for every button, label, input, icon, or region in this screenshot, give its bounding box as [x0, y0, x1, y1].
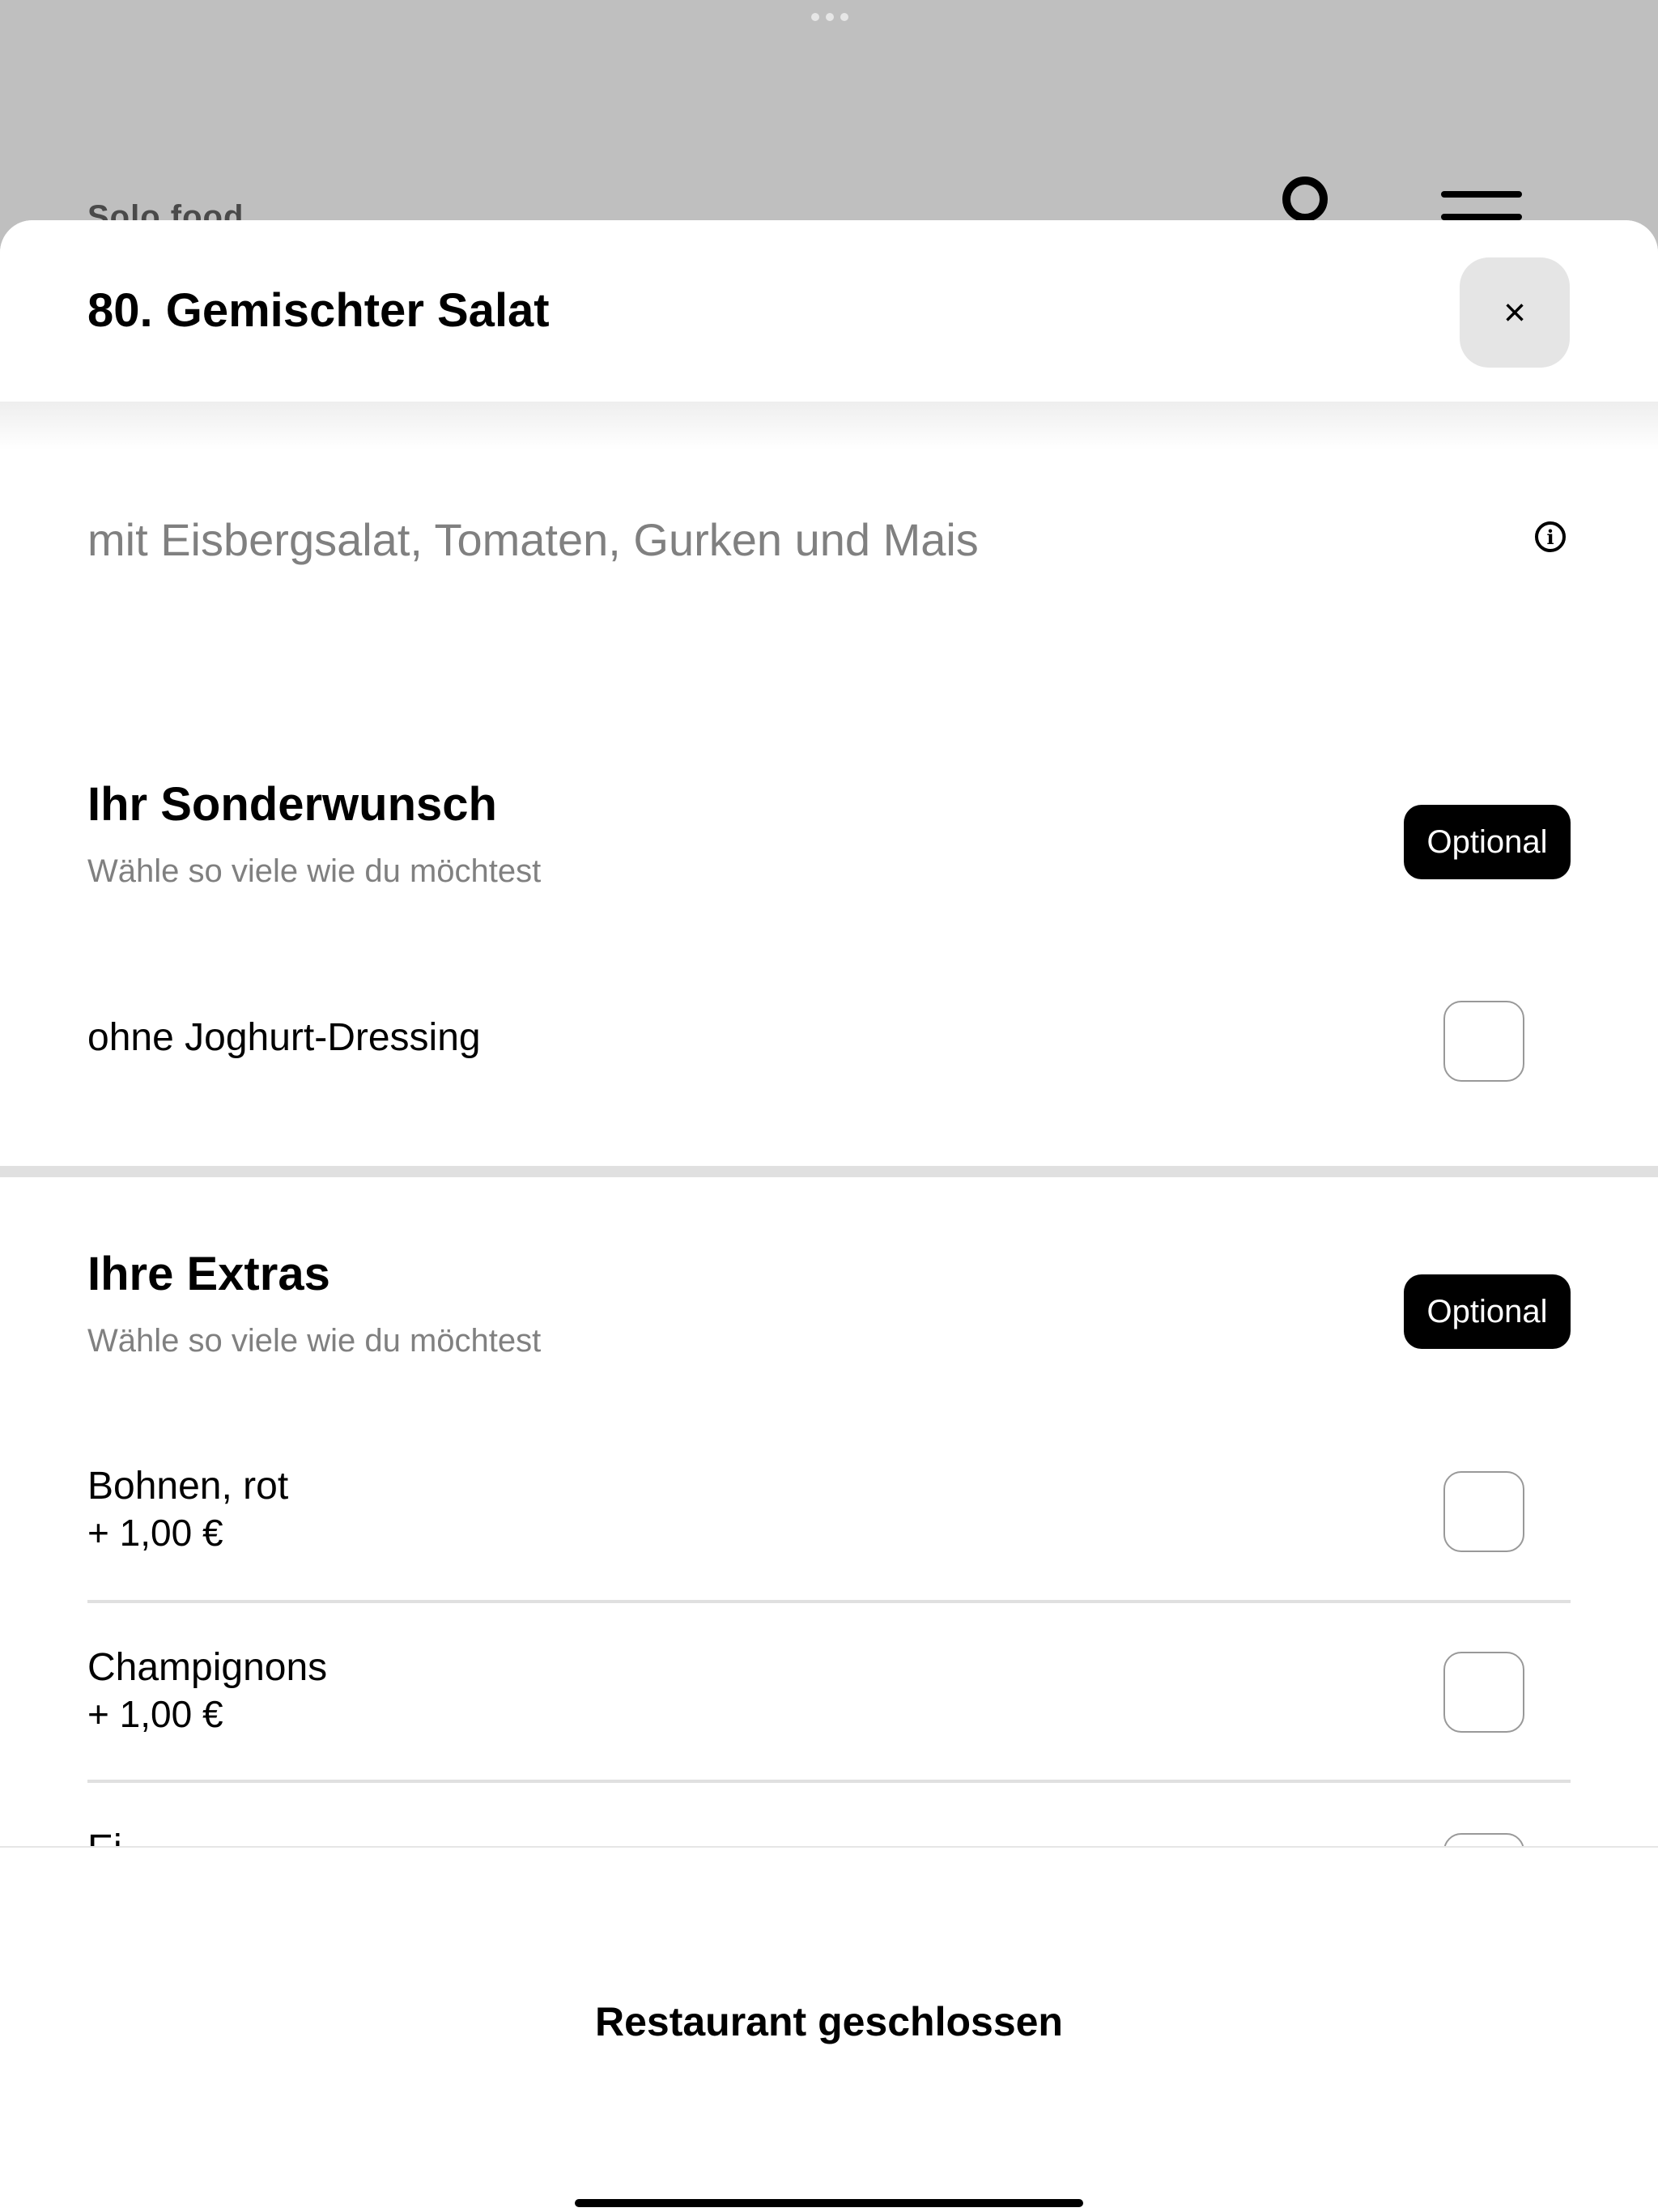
multitasking-dots[interactable] — [811, 13, 848, 21]
close-icon: × — [1503, 291, 1527, 334]
section-title-sonderwunsch: Ihr Sonderwunsch — [87, 778, 497, 831]
header-shadow — [0, 402, 1658, 450]
user-circle-icon — [1282, 177, 1328, 222]
option-name: Bohnen, rot — [87, 1465, 289, 1508]
option-name: Champignons — [87, 1646, 328, 1689]
section-subtitle-extras: Wähle so viele wie du möchtest — [87, 1323, 542, 1359]
product-sheet: 80. Gemischter Salat × mit Eisbergsalat,… — [0, 220, 1658, 2212]
option-price: + 1,00 € — [87, 1693, 223, 1735]
list-divider — [87, 1600, 1571, 1603]
optional-badge: Optional — [1404, 805, 1571, 879]
option-checkbox[interactable] — [1443, 1471, 1524, 1552]
section-title-extras: Ihre Extras — [87, 1248, 330, 1300]
sheet-header: 80. Gemischter Salat × — [0, 220, 1658, 402]
section-separator — [0, 1166, 1658, 1177]
restaurant-status: Restaurant geschlossen — [595, 1999, 1063, 2044]
info-icon[interactable]: i — [1535, 521, 1566, 552]
list-divider — [87, 1780, 1571, 1783]
product-title: 80. Gemischter Salat — [87, 284, 550, 337]
page: Solo food 80. Gemischter Salat × mit Eis… — [0, 0, 1658, 2212]
option-name: ohne Joghurt-Dressing — [87, 1016, 481, 1059]
section-subtitle-sonderwunsch: Wähle so viele wie du möchtest — [87, 853, 542, 889]
optional-badge: Optional — [1404, 1274, 1571, 1349]
sheet-footer: Restaurant geschlossen — [0, 1846, 1658, 2212]
background-app: Solo food — [0, 0, 1658, 243]
option-checkbox[interactable] — [1443, 1001, 1524, 1082]
product-description: mit Eisbergsalat, Tomaten, Gurken und Ma… — [87, 514, 979, 565]
close-button[interactable]: × — [1460, 257, 1570, 368]
option-checkbox[interactable] — [1443, 1652, 1524, 1733]
option-price: + 1,00 € — [87, 1512, 223, 1554]
home-indicator[interactable] — [575, 2199, 1083, 2207]
